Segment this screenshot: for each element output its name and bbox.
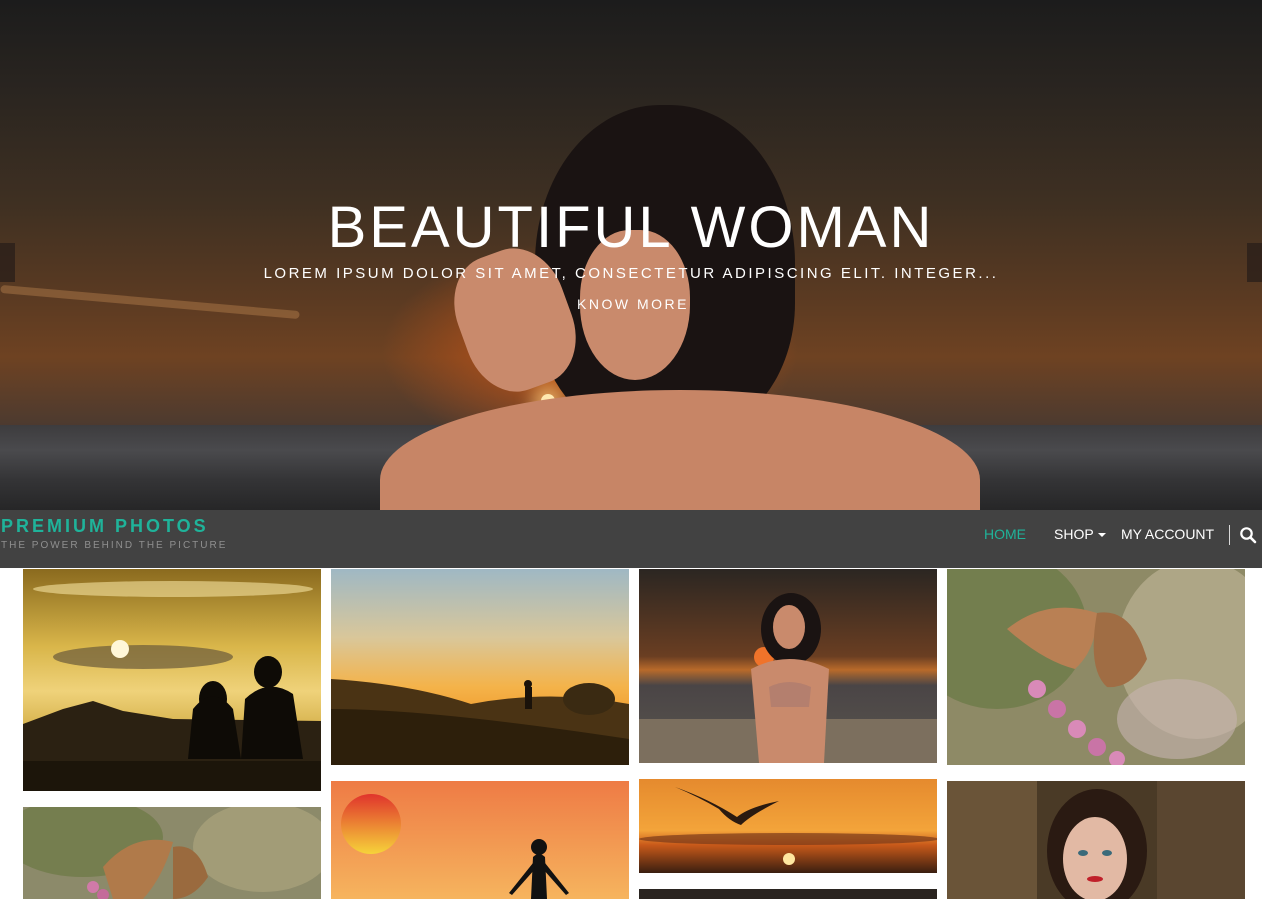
nav-item-my-account[interactable]: MY ACCOUNT	[1121, 526, 1214, 542]
nav-divider	[1229, 525, 1230, 545]
gallery-photo-butterfly-2[interactable]	[23, 807, 321, 899]
hero-cloud	[0, 284, 300, 320]
gallery-photo-woman-portrait[interactable]	[947, 781, 1245, 899]
search-icon	[1240, 527, 1257, 544]
nav-item-home[interactable]: HOME	[984, 526, 1026, 542]
hero-subtitle: LOREM IPSUM DOLOR SIT AMET, CONSECTETUR …	[263, 265, 999, 282]
gallery-photo-hill-sunset[interactable]	[331, 569, 629, 765]
gallery-photo-butterfly-1[interactable]	[947, 569, 1245, 765]
gallery-photo-woman-orange-sky[interactable]	[331, 781, 629, 899]
hero-slider: BEAUTIFUL WOMAN LOREM IPSUM DOLOR SIT AM…	[0, 0, 1262, 510]
brand-tagline: THE POWER BEHIND THE PICTURE	[1, 540, 228, 551]
search-button[interactable]	[1239, 526, 1257, 544]
nav-item-shop-label: SHOP	[1054, 526, 1094, 542]
caret-down-icon	[1097, 533, 1106, 538]
slider-next-arrow[interactable]	[1247, 243, 1262, 282]
brand-title[interactable]: PREMIUM PHOTOS	[1, 516, 209, 537]
slider-prev-arrow[interactable]	[0, 243, 15, 282]
know-more-button[interactable]: KNOW MORE	[560, 295, 706, 313]
gallery-photo-seagull-sunset[interactable]	[639, 779, 937, 873]
hero-title: BEAUTIFUL WOMAN	[327, 195, 935, 260]
nav-item-shop[interactable]: SHOP	[1054, 526, 1106, 542]
gallery-photo-dark[interactable]	[639, 889, 937, 899]
gallery-photo-couple-sunset[interactable]	[23, 569, 321, 791]
gallery-photo-woman-beach[interactable]	[639, 569, 937, 763]
